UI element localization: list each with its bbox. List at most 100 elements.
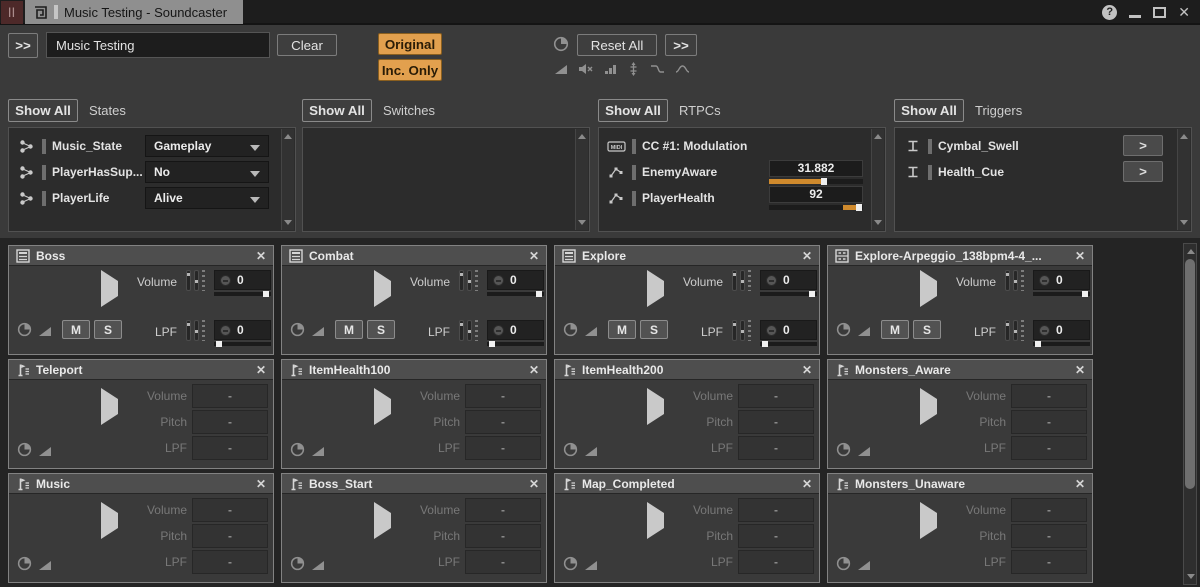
pitch-field[interactable]: - (465, 410, 541, 434)
module-header[interactable]: Monsters_Unaware ✕ (828, 474, 1092, 494)
modules-scrollbar[interactable] (1183, 243, 1197, 585)
show-all-rtpcs-button[interactable]: Show All (598, 99, 668, 122)
post-trigger-button[interactable]: > (1123, 135, 1163, 156)
scroll-up-icon[interactable] (1180, 134, 1188, 139)
lpf-field[interactable]: 0 (760, 320, 817, 340)
volume-field[interactable]: - (1011, 498, 1087, 522)
slider-handle[interactable] (536, 291, 542, 297)
lpf-slider[interactable] (1033, 342, 1090, 346)
lpf-field[interactable]: - (1011, 436, 1087, 460)
module-header[interactable]: Boss_Start ✕ (282, 474, 546, 494)
states-scrollbar[interactable] (281, 129, 294, 230)
pitch-field[interactable]: - (1011, 524, 1087, 548)
volume-field[interactable]: 0 (214, 270, 271, 290)
close-window-icon[interactable]: ✕ (1178, 5, 1190, 19)
close-module-icon[interactable]: ✕ (1075, 249, 1085, 263)
close-module-icon[interactable]: ✕ (256, 249, 266, 263)
state-value-dropdown[interactable]: Alive (145, 187, 269, 209)
module-header[interactable]: ItemHealth100 ✕ (282, 360, 546, 380)
pitch-field[interactable]: - (465, 524, 541, 548)
pitch-field[interactable]: - (1011, 410, 1087, 434)
show-all-triggers-button[interactable]: Show All (894, 99, 964, 122)
module-header[interactable]: Combat ✕ (282, 246, 546, 266)
volume-slider[interactable] (760, 292, 817, 296)
lpf-slider[interactable] (487, 342, 544, 346)
volume-field[interactable]: 0 (487, 270, 544, 290)
scroll-down-icon[interactable] (1180, 220, 1188, 225)
lpf-field[interactable]: - (738, 436, 814, 460)
module-header[interactable]: Monsters_Aware ✕ (828, 360, 1092, 380)
fade-ramp-icon[interactable] (554, 62, 568, 76)
lpf-field[interactable]: - (465, 436, 541, 460)
triggers-scrollbar[interactable] (1177, 129, 1190, 230)
slider-handle[interactable] (762, 341, 768, 347)
lpf-field[interactable]: - (1011, 550, 1087, 574)
slider-handle[interactable] (1035, 341, 1041, 347)
lpf-field[interactable]: - (738, 550, 814, 574)
volume-field[interactable]: - (465, 498, 541, 522)
mute-button[interactable]: M (335, 320, 363, 339)
scrollbar-thumb[interactable] (1185, 259, 1195, 489)
module-header[interactable]: Music ✕ (9, 474, 273, 494)
slider-handle[interactable] (1082, 291, 1088, 297)
switches-scrollbar[interactable] (575, 129, 588, 230)
module-header[interactable]: Boss ✕ (9, 246, 273, 266)
lpf-field[interactable]: - (192, 550, 268, 574)
volume-field[interactable]: 0 (1033, 270, 1090, 290)
volume-field[interactable]: - (1011, 384, 1087, 408)
lpf-slider[interactable] (214, 342, 271, 346)
dock-handle[interactable]: || (1, 1, 23, 24)
scroll-down-icon[interactable] (284, 220, 292, 225)
pitch-field[interactable]: - (192, 410, 268, 434)
rtpc-value-field[interactable]: 92 (769, 186, 863, 203)
show-all-states-button[interactable]: Show All (8, 99, 78, 122)
close-module-icon[interactable]: ✕ (1075, 363, 1085, 377)
rtpc-slider[interactable] (769, 205, 863, 210)
session-name-input[interactable] (46, 32, 270, 58)
volume-slider[interactable] (214, 292, 271, 296)
slider-handle[interactable] (489, 341, 495, 347)
scroll-up-icon[interactable] (578, 134, 586, 139)
scroll-down-icon[interactable] (874, 220, 882, 225)
scroll-down-icon[interactable] (578, 220, 586, 225)
mute-button[interactable]: M (62, 320, 90, 339)
pitch-field[interactable]: - (738, 524, 814, 548)
close-module-icon[interactable]: ✕ (529, 363, 539, 377)
module-header[interactable]: Teleport ✕ (9, 360, 273, 380)
close-module-icon[interactable]: ✕ (802, 249, 812, 263)
lpf-field[interactable]: - (192, 436, 268, 460)
mute-button[interactable]: M (608, 320, 636, 339)
module-header[interactable]: Explore ✕ (555, 246, 819, 266)
scroll-down-icon[interactable] (1187, 574, 1195, 579)
hpf-curve-icon[interactable] (675, 62, 690, 76)
lpf-field[interactable]: 0 (487, 320, 544, 340)
original-toggle[interactable]: Original (378, 33, 442, 55)
volume-field[interactable]: - (192, 384, 268, 408)
volume-slider[interactable] (487, 292, 544, 296)
lpf-slider[interactable] (760, 342, 817, 346)
minimize-icon[interactable] (1129, 15, 1141, 18)
close-module-icon[interactable]: ✕ (256, 477, 266, 491)
slider-handle[interactable] (216, 341, 222, 347)
lpf-field[interactable]: - (465, 550, 541, 574)
state-value-dropdown[interactable]: Gameplay (145, 135, 269, 157)
volume-slider[interactable] (1033, 292, 1090, 296)
show-all-switches-button[interactable]: Show All (302, 99, 372, 122)
scroll-up-icon[interactable] (874, 134, 882, 139)
module-header[interactable]: Explore-Arpeggio_138bpm4-4_... ✕ (828, 246, 1092, 266)
rtpcs-scrollbar[interactable] (871, 129, 884, 230)
lpf-field[interactable]: 0 (214, 320, 271, 340)
close-module-icon[interactable]: ✕ (529, 477, 539, 491)
pitch-field[interactable]: - (738, 410, 814, 434)
mute-button[interactable]: M (881, 320, 909, 339)
pitch-field[interactable]: - (192, 524, 268, 548)
soundcaster-tab[interactable]: Music Testing - Soundcaster (25, 0, 243, 24)
volume-field[interactable]: 0 (760, 270, 817, 290)
close-module-icon[interactable]: ✕ (802, 363, 812, 377)
slider-handle[interactable] (809, 291, 815, 297)
inclusion-only-toggle[interactable]: Inc. Only (378, 59, 442, 81)
close-module-icon[interactable]: ✕ (256, 363, 266, 377)
volume-meter-icon[interactable] (604, 62, 617, 76)
maximize-icon[interactable] (1153, 7, 1166, 18)
close-module-icon[interactable]: ✕ (802, 477, 812, 491)
